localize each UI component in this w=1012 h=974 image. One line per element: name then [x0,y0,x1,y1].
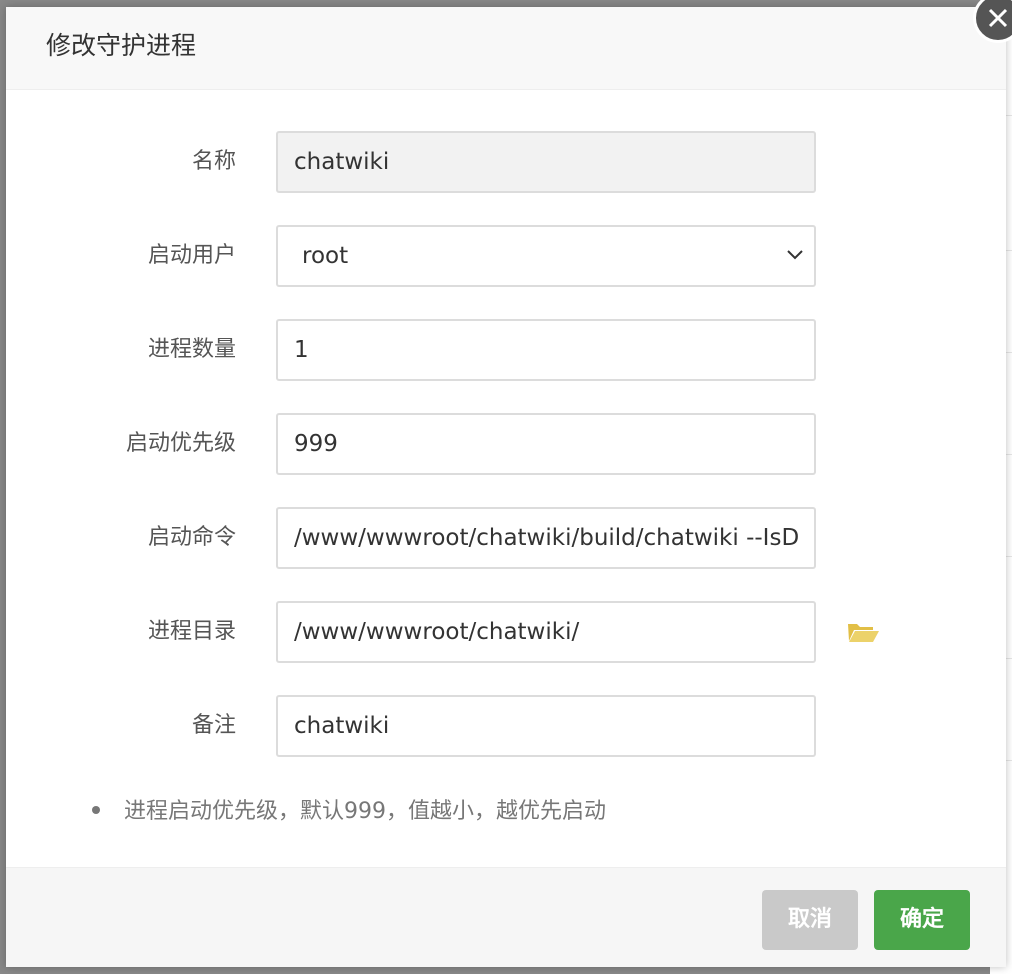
user-label: 启动用户 [147,243,236,268]
remark-label: 备注 [191,713,236,738]
user-select-value: root [302,243,349,269]
priority-tip: 进程启动优先级，默认999，值越小，越优先启动 [92,795,606,829]
form-row-command: 启动命令 /www/wwwroot/chatwiki/build/chatwik… [6,507,1006,569]
form-row-user: 启动用户 root [6,225,1006,287]
cancel-button[interactable]: 取消 [762,890,858,950]
form-row-count: 进程数量 1 [6,319,1006,381]
remark-field[interactable]: chatwiki [276,695,816,757]
command-label: 启动命令 [147,525,236,550]
name-field[interactable]: chatwiki [276,131,816,193]
confirm-button[interactable]: 确定 [874,890,970,950]
folder-open-icon[interactable] [846,620,880,644]
command-field[interactable]: /www/wwwroot/chatwiki/build/chatwiki --I… [276,507,816,569]
chevron-down-icon [787,250,803,260]
close-icon [988,8,1008,28]
form-row-name: 名称 chatwiki [6,131,1006,193]
count-label: 进程数量 [147,337,236,362]
priority-label: 启动优先级 [125,431,236,456]
priority-field[interactable]: 999 [276,413,816,475]
process-count-field[interactable]: 1 [276,319,816,381]
form-row-directory: 进程目录 /www/wwwroot/chatwiki/ [6,601,1006,663]
dialog-header: 修改守护进程 [6,7,1006,90]
priority-tip-text: 进程启动优先级，默认999，值越小，越优先启动 [124,799,606,824]
user-select[interactable]: root [276,225,816,287]
bullet-icon [92,806,100,814]
dialog-title: 修改守护进程 [46,31,197,60]
form-row-priority: 启动优先级 999 [6,413,1006,475]
dialog-footer: 取消 确定 [6,867,1006,967]
directory-field[interactable]: /www/wwwroot/chatwiki/ [276,601,816,663]
directory-label: 进程目录 [147,619,236,644]
name-label: 名称 [191,149,236,174]
form-row-remark: 备注 chatwiki [6,695,1006,757]
edit-daemon-dialog: 修改守护进程 名称 chatwiki 启动用户 root 进程数量 1 启动优先… [6,0,1012,967]
